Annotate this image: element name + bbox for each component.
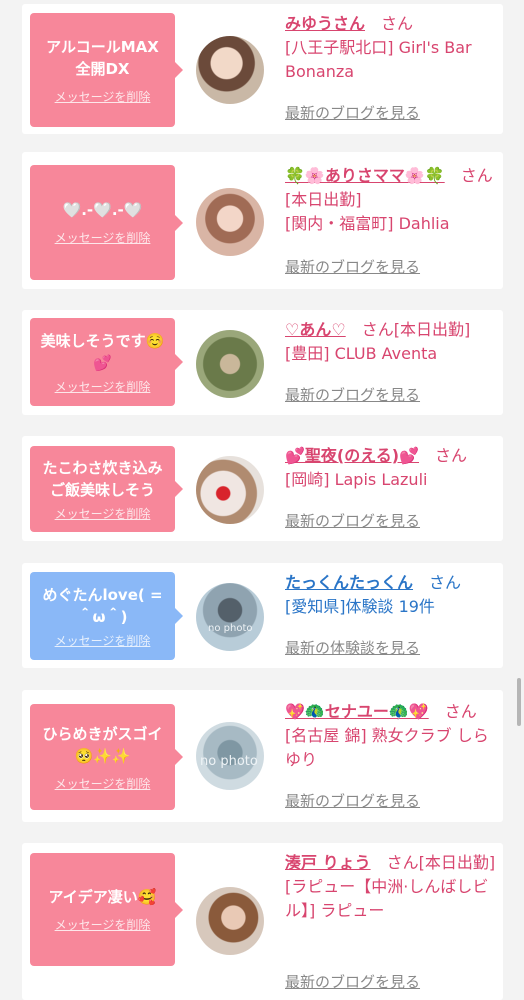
avatar[interactable]: no photo (196, 583, 264, 651)
shop-name: [岡崎] Lapis Lazuli (285, 470, 428, 489)
message-bubble: めぐたんlove( = ＾ω＾) メッセージを削除 (30, 572, 183, 660)
profile-name[interactable]: 💕聖夜(のえる)💕 (285, 446, 419, 465)
latest-blog-link[interactable]: 最新のブログを見る (285, 971, 420, 992)
avatar[interactable] (196, 887, 264, 955)
name-suffix: さん (429, 573, 462, 592)
profile-name[interactable]: 湊戸 りょう (285, 853, 371, 872)
message-card: 🤍.-🤍.-🤍 メッセージを削除 🍀🌸ありさママ🌸🍀 さん [本日出勤] [関内… (22, 152, 503, 289)
profile-info: ♡あん♡ さん[本日出勤] [豊田] CLUB Aventa (285, 318, 497, 366)
shop-name: [豊田] CLUB Aventa (285, 344, 438, 363)
avatar[interactable] (196, 188, 264, 256)
profile-info: 💕聖夜(のえる)💕 さん [岡崎] Lapis Lazuli (285, 444, 497, 492)
latest-blog-link[interactable]: 最新の体験談を見る (285, 637, 420, 658)
message-text: たこわさ炊き込み ご飯美味しそう (42, 458, 163, 499)
avatar[interactable] (196, 330, 264, 398)
message-text: アルコールMAX 全開DX (46, 37, 159, 78)
profile-info: たっくんたっくん さん [愛知県]体験談 19件 (285, 571, 497, 619)
name-suffix: さん (444, 702, 477, 721)
message-text: 美味しそうです☺️ 💕 (40, 331, 165, 372)
profile-info: みゆうさん さん [八王子駅北口] Girl's Bar Bonanza (285, 12, 497, 84)
message-text: ひらめきがスゴイ 🥺✨✨ (42, 724, 163, 765)
latest-blog-link[interactable]: 最新のブログを見る (285, 790, 420, 811)
message-card: めぐたんlove( = ＾ω＾) メッセージを削除 no photo たっくんた… (22, 563, 503, 668)
no-photo-label: no photo (208, 623, 253, 634)
shop-name: [八王子駅北口] Girl's Bar Bonanza (285, 38, 472, 81)
profile-name[interactable]: ♡あん♡ (285, 320, 346, 339)
message-bubble: 🤍.-🤍.-🤍 メッセージを削除 (30, 165, 183, 280)
delete-message-link[interactable]: メッセージを削除 (55, 775, 151, 792)
delete-message-link[interactable]: メッセージを削除 (55, 88, 151, 105)
message-card: 美味しそうです☺️ 💕 メッセージを削除 ♡あん♡ さん[本日出勤] [豊田] … (22, 310, 503, 415)
name-suffix: さん (381, 14, 414, 33)
message-bubble: ひらめきがスゴイ 🥺✨✨ メッセージを削除 (30, 704, 183, 810)
message-bubble: たこわさ炊き込み ご飯美味しそう メッセージを削除 (30, 446, 183, 532)
status-text: [本日出勤] (285, 190, 362, 209)
latest-blog-link[interactable]: 最新のブログを見る (285, 102, 420, 123)
scrollbar[interactable] (517, 678, 521, 726)
shop-name: [名古屋 錦] 熟女クラブ しらゆり (285, 726, 489, 769)
shop-name: [愛知県]体験談 19件 (285, 597, 435, 616)
message-text: 🤍.-🤍.-🤍 (62, 201, 143, 219)
message-card: ひらめきがスゴイ 🥺✨✨ メッセージを削除 no photo 💖🦚セナユー🦚💖 … (22, 690, 503, 822)
profile-info: 🍀🌸ありさママ🌸🍀 さん [本日出勤] [関内・福富町] Dahlia (285, 164, 497, 236)
name-suffix: さん (435, 446, 468, 465)
delete-message-link[interactable]: メッセージを削除 (55, 229, 151, 246)
latest-blog-link[interactable]: 最新のブログを見る (285, 384, 420, 405)
latest-blog-link[interactable]: 最新のブログを見る (285, 510, 420, 531)
message-card: アルコールMAX 全開DX メッセージを削除 みゆうさん さん [八王子駅北口]… (22, 4, 503, 134)
name-suffix: さん[本日出勤] (386, 853, 496, 872)
profile-info: 💖🦚セナユー🦚💖 さん [名古屋 錦] 熟女クラブ しらゆり (285, 700, 497, 772)
profile-name[interactable]: みゆうさん (285, 14, 365, 33)
avatar[interactable]: no photo (196, 722, 264, 790)
message-card: アイデア凄い🥰 メッセージを削除 湊戸 りょう さん[本日出勤] [ラピュー【中… (22, 843, 503, 1000)
delete-message-link[interactable]: メッセージを削除 (55, 505, 151, 522)
name-suffix: さん (460, 166, 493, 185)
message-bubble: アルコールMAX 全開DX メッセージを削除 (30, 13, 183, 127)
message-bubble: 美味しそうです☺️ 💕 メッセージを削除 (30, 318, 183, 406)
message-text: めぐたんlove( = ＾ω＾) (42, 585, 163, 626)
message-bubble: アイデア凄い🥰 メッセージを削除 (30, 853, 183, 966)
profile-name[interactable]: たっくんたっくん (285, 573, 413, 592)
no-photo-label: no photo (200, 754, 258, 769)
name-suffix: さん[本日出勤] (361, 320, 471, 339)
profile-name[interactable]: 🍀🌸ありさママ🌸🍀 (285, 166, 445, 185)
avatar[interactable] (196, 36, 264, 104)
profile-info: 湊戸 りょう さん[本日出勤] [ラピュー【中洲·しんばしビル】] ラピュー (285, 851, 497, 923)
delete-message-link[interactable]: メッセージを削除 (55, 916, 151, 933)
message-text: アイデア凄い🥰 (48, 888, 157, 906)
shop-name: [関内・福富町] Dahlia (285, 214, 450, 233)
shop-name: [ラピュー【中洲·しんばしビル】] ラピュー (285, 877, 489, 920)
latest-blog-link[interactable]: 最新のブログを見る (285, 256, 420, 277)
delete-message-link[interactable]: メッセージを削除 (55, 378, 151, 395)
delete-message-link[interactable]: メッセージを削除 (55, 632, 151, 649)
profile-name[interactable]: 💖🦚セナユー🦚💖 (285, 702, 429, 721)
message-card: たこわさ炊き込み ご飯美味しそう メッセージを削除 💕聖夜(のえる)💕 さん [… (22, 436, 503, 541)
avatar[interactable] (196, 456, 264, 524)
